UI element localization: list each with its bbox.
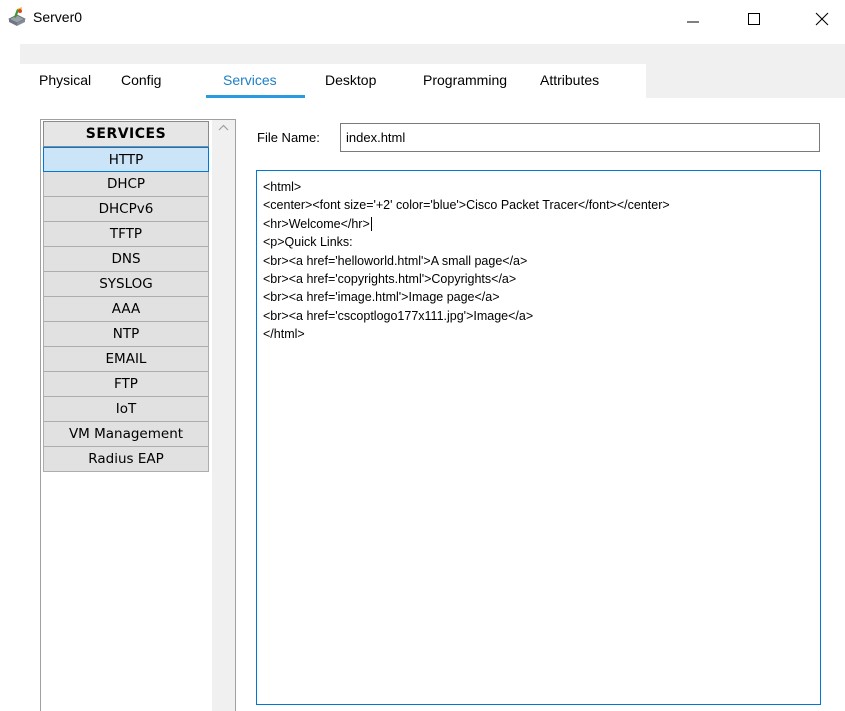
code-line: <br><a href='copyrights.html'>Copyrights… bbox=[263, 271, 517, 286]
file-name-label: File Name: bbox=[257, 130, 320, 145]
service-item-dhcpv6[interactable]: DHCPv6 bbox=[43, 197, 209, 222]
code-line-caret: <hr>Welcome</hr> bbox=[263, 215, 820, 233]
scroll-up-icon[interactable] bbox=[218, 124, 229, 131]
service-item-radius-eap[interactable]: Radius EAP bbox=[43, 447, 209, 472]
tab-strip: Physical Config Services Desktop Program… bbox=[20, 64, 646, 98]
service-item-aaa[interactable]: AAA bbox=[43, 297, 209, 322]
service-item-dhcp[interactable]: DHCP bbox=[43, 172, 209, 197]
code-line-text: <hr>Welcome</hr> bbox=[263, 216, 370, 231]
service-item-dns[interactable]: DNS bbox=[43, 247, 209, 272]
code-line: <center><font size='+2' color='blue'>Cis… bbox=[263, 198, 670, 213]
service-item-iot[interactable]: IoT bbox=[43, 397, 209, 422]
tab-desktop[interactable]: Desktop bbox=[325, 72, 376, 88]
service-item-ntp[interactable]: NTP bbox=[43, 322, 209, 347]
title-bar: Server0 bbox=[0, 0, 845, 38]
server-app-icon bbox=[6, 6, 28, 28]
code-line: <html> bbox=[263, 180, 302, 194]
maximize-icon bbox=[748, 13, 760, 25]
code-line: </html> bbox=[263, 327, 305, 342]
minimize-icon bbox=[687, 21, 699, 23]
minimize-button[interactable] bbox=[670, 0, 716, 38]
code-line: <br><a href='helloworld.html'>A small pa… bbox=[263, 253, 528, 268]
html-content-editor[interactable]: <html> <center><font size='+2' color='bl… bbox=[256, 170, 821, 705]
maximize-button[interactable] bbox=[731, 0, 777, 38]
file-name-input[interactable] bbox=[340, 123, 820, 152]
code-line: <p>Quick Links: bbox=[263, 235, 353, 250]
close-icon bbox=[815, 12, 829, 26]
service-item-syslog[interactable]: SYSLOG bbox=[43, 272, 209, 297]
service-item-http[interactable]: HTTP bbox=[43, 147, 209, 172]
service-item-tftp[interactable]: TFTP bbox=[43, 222, 209, 247]
code-line: <br><a href='image.html'>Image page</a> bbox=[263, 290, 500, 305]
service-item-ftp[interactable]: FTP bbox=[43, 372, 209, 397]
service-item-vm-management[interactable]: VM Management bbox=[43, 422, 209, 447]
tab-config[interactable]: Config bbox=[121, 72, 161, 88]
service-item-email[interactable]: EMAIL bbox=[43, 347, 209, 372]
tab-services[interactable]: Services bbox=[223, 72, 277, 88]
services-scrollbar[interactable] bbox=[212, 120, 235, 711]
services-header: SERVICES bbox=[43, 121, 209, 147]
tab-physical[interactable]: Physical bbox=[39, 72, 91, 88]
text-caret bbox=[370, 217, 372, 232]
services-list: SERVICES HTTP DHCP DHCPv6 TFTP DNS SYSLO… bbox=[43, 121, 209, 472]
code-line: <br><a href='cscoptlogo177x111.jpg'>Imag… bbox=[263, 308, 534, 323]
window-title: Server0 bbox=[33, 9, 83, 25]
close-button[interactable] bbox=[799, 0, 845, 38]
tab-programming[interactable]: Programming bbox=[423, 72, 507, 88]
tab-attributes[interactable]: Attributes bbox=[540, 72, 599, 88]
